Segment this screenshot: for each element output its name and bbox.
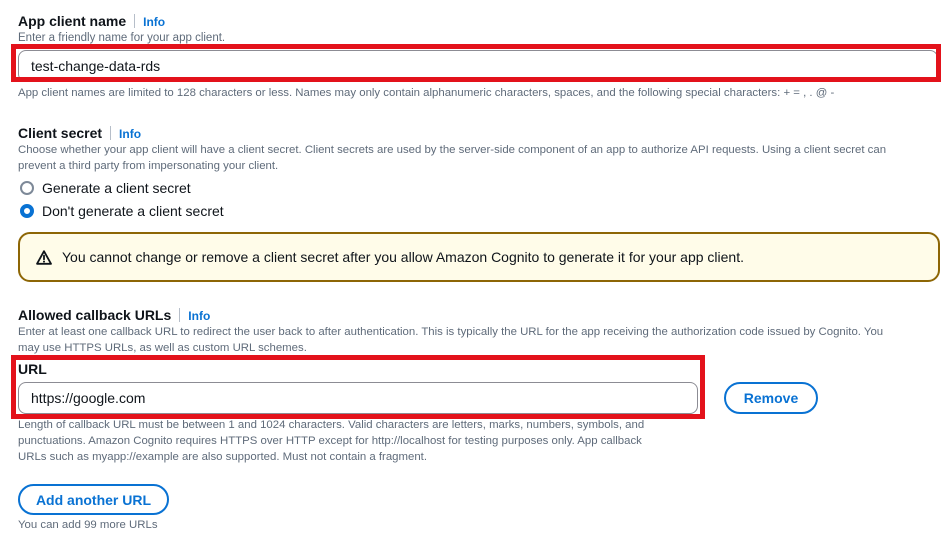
radio-no-secret-label: Don't generate a client secret bbox=[42, 203, 224, 219]
warning-icon bbox=[36, 249, 52, 265]
remove-url-button[interactable]: Remove bbox=[724, 382, 818, 414]
app-client-name-info-link[interactable]: Info bbox=[143, 15, 165, 29]
client-secret-info-link[interactable]: Info bbox=[119, 127, 141, 141]
callback-urls-info-link[interactable]: Info bbox=[188, 309, 210, 323]
warning-text: You cannot change or remove a client sec… bbox=[62, 249, 744, 265]
client-secret-description-line1: Choose whether your app client will have… bbox=[18, 144, 887, 156]
app-client-name-value: test-change-data-rds bbox=[31, 58, 161, 74]
callback-urls-description-line2: may use HTTPS URLs, as well as custom UR… bbox=[18, 342, 307, 354]
callback-url-constraint-line2: punctuations. Amazon Cognito requires HT… bbox=[18, 435, 642, 447]
callback-urls-header: Allowed callback URLs Info bbox=[18, 307, 210, 325]
radio-no-secret[interactable]: Don't generate a client secret bbox=[20, 203, 224, 219]
divider bbox=[110, 126, 112, 140]
callback-urls-description-line1: Enter at least one callback URL to redir… bbox=[18, 326, 884, 338]
callback-url-constraint-line3: URLs such as myapp://example are also su… bbox=[18, 451, 428, 463]
app-client-name-input[interactable]: test-change-data-rds bbox=[18, 50, 938, 82]
radio-generate-secret-label: Generate a client secret bbox=[42, 180, 191, 196]
callback-url-constraint-line1: Length of callback URL must be between 1… bbox=[18, 419, 645, 431]
add-another-url-button[interactable]: Add another URL bbox=[18, 484, 169, 515]
url-field-label: URL bbox=[18, 361, 47, 377]
client-secret-header: Client secret Info bbox=[18, 125, 141, 143]
radio-generate-secret[interactable]: Generate a client secret bbox=[20, 180, 191, 196]
client-secret-label: Client secret bbox=[18, 125, 103, 141]
remaining-urls-text: You can add 99 more URLs bbox=[18, 519, 158, 531]
radio-button-unchecked[interactable] bbox=[20, 181, 34, 195]
app-client-name-label: App client name bbox=[18, 13, 127, 29]
app-client-name-description: Enter a friendly name for your app clien… bbox=[18, 32, 226, 44]
radio-button-checked[interactable] bbox=[20, 204, 34, 218]
app-client-name-header: App client name Info bbox=[18, 13, 165, 31]
client-secret-description-line2: prevent a third party from impersonating… bbox=[18, 160, 279, 172]
warning-alert: You cannot change or remove a client sec… bbox=[18, 232, 940, 282]
callback-url-value: https://google.com bbox=[31, 390, 146, 406]
divider bbox=[134, 14, 136, 28]
callback-url-input[interactable]: https://google.com bbox=[18, 382, 698, 414]
callback-urls-label: Allowed callback URLs bbox=[18, 307, 172, 323]
app-client-name-constraint: App client names are limited to 128 char… bbox=[18, 87, 835, 99]
divider bbox=[179, 308, 181, 322]
